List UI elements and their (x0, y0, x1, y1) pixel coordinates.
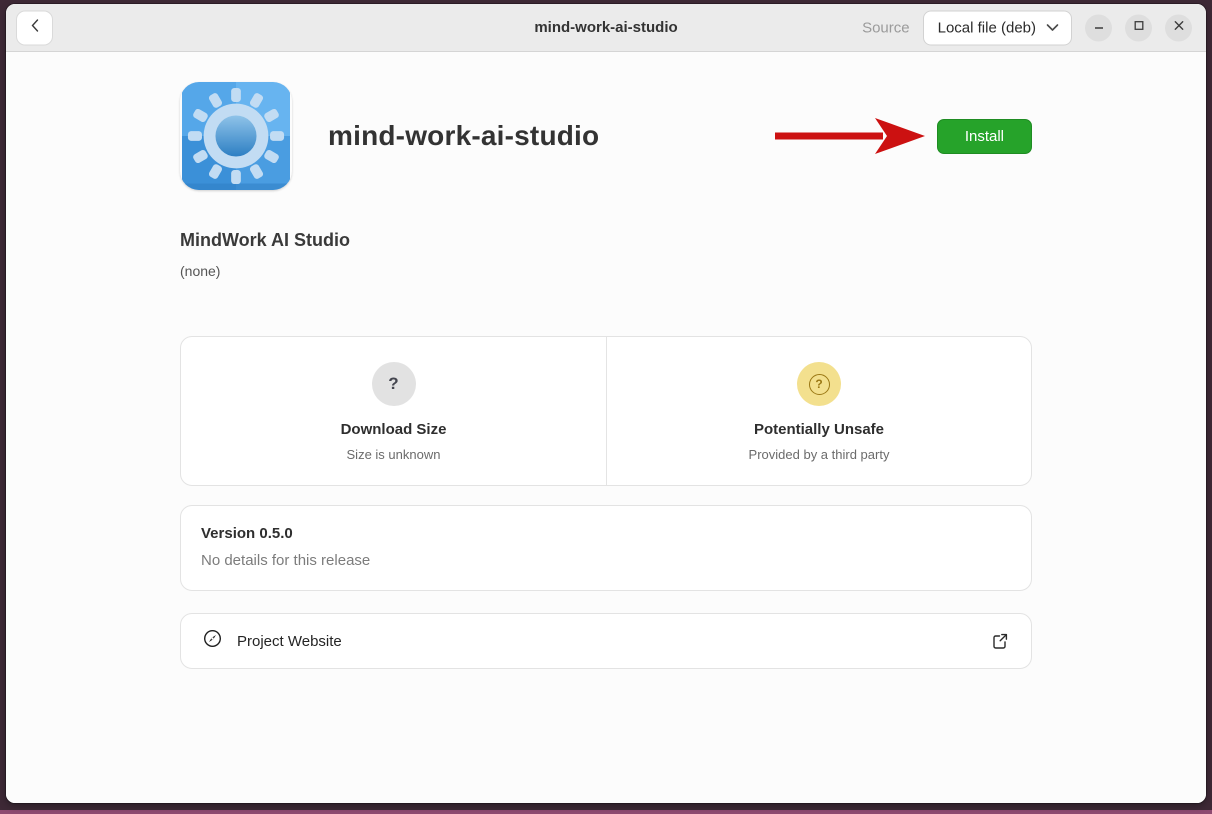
source-dropdown-value: Local file (deb) (938, 19, 1036, 36)
tile-subtitle: Provided by a third party (627, 447, 1011, 462)
license-text: (none) (180, 263, 1032, 279)
compass-icon (203, 629, 222, 653)
close-icon (1173, 19, 1185, 37)
gnome-software-window: mind-work-ai-studio Source Local file (d… (6, 4, 1206, 803)
maximize-icon (1133, 19, 1145, 37)
circled-question-icon: ? (797, 362, 841, 406)
minimize-button[interactable] (1085, 14, 1112, 41)
project-website-link[interactable]: Project Website (180, 613, 1032, 669)
tile-title: Download Size (201, 421, 586, 438)
project-website-label: Project Website (237, 633, 342, 650)
tile-title: Potentially Unsafe (627, 421, 1011, 438)
header-actions: Install (775, 117, 1032, 155)
source-dropdown[interactable]: Local file (deb) (923, 10, 1072, 45)
tile-safety[interactable]: ? Potentially Unsafe Provided by a third… (606, 337, 1031, 485)
context-tiles: ? Download Size Size is unknown ? Potent… (180, 336, 1032, 486)
external-link-icon (991, 632, 1009, 650)
back-button[interactable] (16, 10, 53, 45)
question-glyph: ? (815, 377, 822, 391)
page-title: mind-work-ai-studio (328, 120, 599, 152)
tile-download-size[interactable]: ? Download Size Size is unknown (181, 337, 606, 485)
desktop-wallpaper-accent (0, 810, 1212, 814)
close-button[interactable] (1165, 14, 1192, 41)
question-glyph: ? (388, 374, 398, 394)
app-header: mind-work-ai-studio Install (180, 82, 1032, 190)
question-icon: ? (372, 362, 416, 406)
source-label: Source (862, 19, 910, 36)
app-icon (180, 82, 292, 190)
developer-name: MindWork AI Studio (180, 230, 1032, 251)
minimize-icon (1093, 19, 1105, 37)
version-card: Version 0.5.0 No details for this releas… (180, 505, 1032, 591)
chevron-left-icon (28, 17, 42, 38)
tile-subtitle: Size is unknown (201, 447, 586, 462)
gear-icon (180, 82, 292, 190)
titlebar: mind-work-ai-studio Source Local file (d… (6, 4, 1206, 52)
install-button[interactable]: Install (937, 119, 1032, 154)
window-title: mind-work-ai-studio (534, 19, 677, 36)
app-details-page: mind-work-ai-studio Install MindWork AI … (6, 52, 1206, 803)
annotation-arrow-icon (775, 117, 927, 155)
version-subtitle: No details for this release (201, 552, 1011, 569)
version-title: Version 0.5.0 (201, 525, 1011, 542)
titlebar-right-group: Source Local file (deb) (862, 10, 1192, 45)
question-ring: ? (809, 374, 830, 395)
chevron-down-icon (1046, 19, 1059, 36)
maximize-button[interactable] (1125, 14, 1152, 41)
